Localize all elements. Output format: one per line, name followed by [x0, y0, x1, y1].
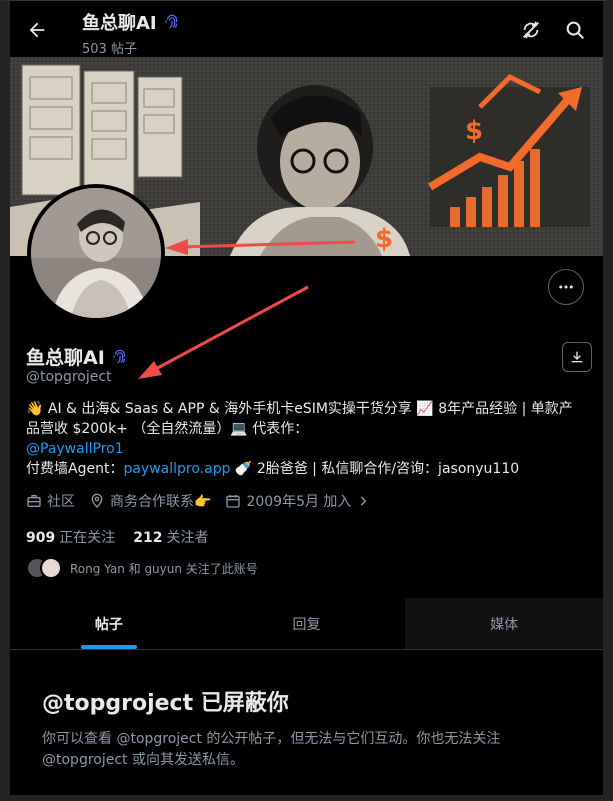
sync-slash-icon[interactable]	[520, 19, 542, 41]
briefcase-icon	[27, 495, 41, 507]
search-icon[interactable]	[564, 19, 586, 41]
follow-stats: 909 正在关注 212 关注者	[26, 527, 208, 547]
fingerprint-icon	[165, 14, 177, 29]
meta-joined[interactable]: 2009年5月 加入	[225, 491, 370, 511]
bio-text: 付费墙Agent：	[26, 461, 124, 477]
followers-link[interactable]: 212 关注者	[133, 527, 208, 547]
meta-community: 社区	[26, 491, 75, 511]
download-icon	[571, 351, 583, 363]
more-horizontal-icon	[559, 285, 573, 289]
blocked-title: @topgroject 已屏蔽你	[42, 691, 289, 716]
blocked-description: 你可以查看 @topgroject 的公开帖子，但无法与它们互动。你也无法关注 …	[42, 731, 501, 768]
profile-bio: 👋 AI & 出海& Saas & APP & 海外手机卡eSIM实操干货分享 …	[26, 399, 586, 479]
bio-link-paywallpro1[interactable]: @PaywallPro1	[26, 439, 586, 459]
tab-replies[interactable]: 回复	[208, 598, 406, 649]
page-title: 鱼总聊AI	[82, 9, 181, 35]
followers-label: 关注者	[166, 530, 209, 546]
bio-text: 🍼 2胎爸爸 | 私信聊合作/咨询：jasonyu110	[230, 461, 520, 477]
more-options-button[interactable]	[548, 269, 584, 305]
followed-by-text: Rong Yan 和 guyun 关注了此账号	[70, 561, 258, 576]
fingerprint-icon	[113, 349, 125, 364]
tab-media[interactable]: 媒体	[405, 598, 603, 649]
bio-line: 品营收 $200k+ （全自然流量）💻 代表作：	[26, 421, 309, 437]
blocked-notice: @topgroject 已屏蔽你 你可以查看 @topgroject 的公开帖子…	[42, 685, 562, 771]
profile-tabs: 帖子 回复 媒体	[10, 598, 603, 650]
profile-meta: 社区 商务合作联系👉 2009年5月 加入	[26, 491, 370, 511]
followers-count: 212	[133, 530, 163, 546]
page-title-text: 鱼总聊AI	[82, 13, 157, 34]
app-window: 鱼总聊AI 503 帖子 $ $ 鱼总聊AI @topgroject 👋 AI …	[0, 0, 613, 801]
svg-text:$: $	[465, 116, 483, 146]
chevron-right-icon	[361, 496, 367, 506]
svg-text:$: $	[375, 224, 393, 254]
profile-handle: @topgroject	[26, 369, 112, 385]
arrow-left-icon[interactable]	[26, 19, 48, 41]
bio-link-paywallpro-app[interactable]: paywallpro.app	[123, 461, 230, 477]
following-count: 909	[26, 530, 56, 546]
profile-name: 鱼总聊AI	[26, 343, 129, 370]
header-title-block: 鱼总聊AI 503 帖子	[82, 9, 181, 57]
meta-location-text: 商务合作联系👉	[110, 494, 212, 510]
profile-name-text: 鱼总聊AI	[26, 347, 105, 369]
following-link[interactable]: 909 正在关注	[26, 527, 115, 547]
follower-avatars	[26, 557, 62, 579]
meta-community-text: 社区	[47, 494, 75, 510]
top-bar: 鱼总聊AI 503 帖子	[10, 1, 603, 57]
avatar	[40, 557, 62, 579]
following-label: 正在关注	[59, 530, 116, 546]
tab-posts[interactable]: 帖子	[10, 598, 208, 649]
meta-location: 商务合作联系👉	[89, 491, 211, 511]
annotation-arrow	[138, 285, 309, 379]
followed-by[interactable]: Rong Yan 和 guyun 关注了此账号	[26, 557, 258, 579]
meta-joined-text: 2009年5月 加入	[246, 494, 352, 510]
bio-line: 付费墙Agent：paywallpro.app 🍼 2胎爸爸 | 私信聊合作/咨…	[26, 459, 586, 479]
download-button[interactable]	[562, 342, 592, 372]
post-count: 503 帖子	[82, 42, 137, 57]
location-pin-icon	[91, 493, 103, 508]
calendar-icon	[226, 495, 241, 508]
bio-line: 👋 AI & 出海& Saas & APP & 海外手机卡eSIM实操干货分享 …	[26, 401, 573, 417]
